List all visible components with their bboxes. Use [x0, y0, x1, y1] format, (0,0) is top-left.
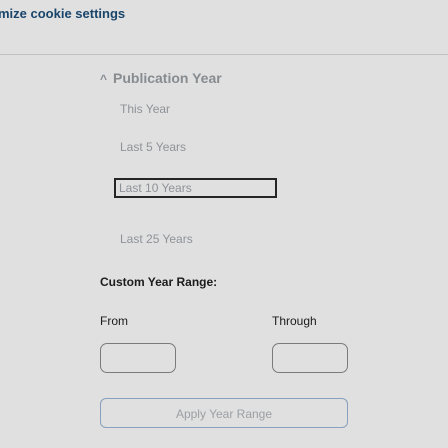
facet-option-this-year[interactable]: This Year [120, 102, 170, 116]
publication-year-header[interactable]: ^ Publication Year [100, 70, 222, 86]
facet-option-last-5-years[interactable]: Last 5 Years [120, 140, 186, 154]
through-label: Through [272, 314, 317, 328]
modal-overlay [0, 0, 448, 448]
facet-title: Publication Year [113, 70, 222, 86]
chevron-up-icon: ^ [100, 72, 108, 86]
custom-year-range-title: Custom Year Range: [100, 275, 218, 289]
cookie-settings-link[interactable]: mize cookie settings [0, 6, 125, 21]
from-year-input[interactable] [100, 343, 176, 373]
from-label: From [100, 314, 128, 328]
cookie-banner: mize cookie settings [0, 0, 448, 55]
facet-option-last-25-years[interactable]: Last 25 Years [120, 232, 193, 246]
apply-year-range-button[interactable]: Apply Year Range [100, 398, 348, 428]
facet-option-last-10-years[interactable]: Last 10 Years [114, 178, 277, 198]
through-year-input[interactable] [272, 343, 348, 373]
